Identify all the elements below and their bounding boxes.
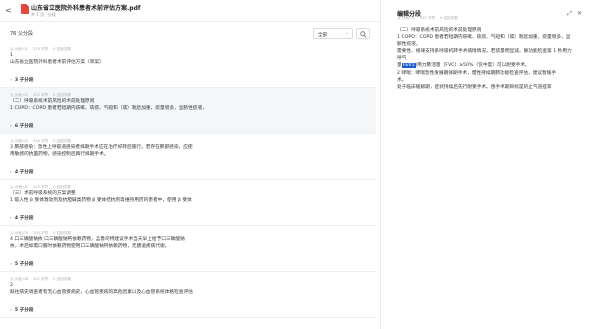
child-segments-toggle[interactable]: › 5 子分段 — [10, 259, 33, 269]
child-segments-label: 4 子分段 — [14, 170, 34, 176]
close-icon[interactable]: ✕ — [577, 10, 587, 17]
child-segments-toggle[interactable]: › 4 子分段 — [10, 213, 33, 223]
segment-chars: 222 字符 — [32, 93, 49, 97]
detail-line: 2 哮喘：哮喘急性发展期择期手术，慢性持续期肺功能检查评估，建议暂缓手 — [397, 70, 557, 76]
list-toolbar: 76 父分段 全部 ⌄ — [0, 22, 376, 42]
segment-card[interactable]: 父-分段-04 225 字符 0 召回次数 （三）术前呼吸系统的方案调整 1 吸入性 β… — [0, 180, 376, 226]
segment-card[interactable]: 父-分段-02 222 字符 0 召回次数 （二）呼吸系统术前风险的术前处理原则 1 C… — [0, 88, 376, 134]
search-icon — [360, 31, 367, 38]
text-before-highlight: 量 — [397, 63, 402, 69]
detail-id: 父-分段-02 — [397, 16, 415, 20]
detail-line-highlight: 量FEV1/用力肺活量（FVC）≥50%（仅中度）可以耐受手术。 — [397, 62, 593, 69]
child-segments-toggle[interactable]: › 6 子分段 — [10, 121, 33, 131]
chevron-right-icon: › — [10, 124, 12, 130]
segment-id: 父-分段-04 — [10, 185, 28, 189]
detail-line: 1 COPD：COPD 患者若短期内咳嗽、咳痰、气短和（或）喘息加重，痰量增多，… — [397, 35, 571, 41]
detail-hits: 0 召回次数 — [440, 16, 458, 20]
segment-card[interactable]: 父-分段-03 216 字符 0 召回次数 3 肺部感染：急性上呼吸道感染者择期手术应… — [0, 134, 376, 180]
segment-text-line: 1 吸入性 β 受体激动剂及抗胆碱类药物 β 受体拮抗剂等维持用药的患者中，使用… — [10, 198, 192, 204]
chevron-right-icon: › — [10, 78, 12, 84]
segment-chars: 222 字符 — [32, 277, 49, 281]
segment-text-line: 1 — [10, 53, 13, 58]
segment-id: 父-分段-06 — [10, 277, 28, 281]
segment-text-line: 2 — [10, 283, 13, 288]
expand-icon[interactable]: ⤢ — [567, 10, 577, 17]
child-segments-toggle[interactable]: › 3 子分段 — [10, 75, 33, 85]
segment-hits: 0 召回次数 — [53, 93, 71, 97]
segment-hits: 0 召回次数 — [53, 185, 71, 189]
segment-hits: 0 召回次数 — [53, 139, 71, 143]
child-segments-label: 5 子分段 — [14, 262, 34, 268]
segment-chars: 225 字符 — [32, 185, 49, 189]
child-segments-label: 6 子分段 — [14, 124, 34, 130]
detail-line: （二）呼吸系统术前风险的术前处理原则 — [397, 28, 482, 33]
detail-line: 脓性痰液， — [397, 42, 421, 48]
text-after-highlight: /用力肺活量（FVC）≥50%（仅中度）可以耐受手术。 — [415, 63, 530, 69]
segment-text-line: 山东省立医院外科患者术前评估方案（草案） — [10, 60, 104, 66]
segment-id: 父-分段-02 — [10, 93, 28, 97]
chevron-right-icon: › — [10, 170, 12, 176]
segment-text-line: 4 口三磷酸钠依 口三磷酸钠钙依赖药物，孟鲁司特建议手术当天早上给予口三磷酸钠 — [10, 237, 185, 242]
back-button[interactable]: < — [5, 6, 12, 15]
selected-text-highlight[interactable]: FEV1 — [401, 63, 416, 69]
segment-card[interactable]: 父-分段-01 275 字符 0 召回次数 1 山东省立医院外科患者术前评估方案（草案）… — [0, 42, 376, 88]
detail-line: 术。 — [397, 77, 407, 83]
detail-chars: 222 字符 — [419, 16, 436, 20]
segment-id: 父-分段-05 — [10, 231, 28, 235]
segment-text-line: 用敏感的抗菌药物，感染控制后再行择期手术。 — [10, 152, 109, 158]
search-button[interactable] — [356, 28, 370, 39]
segment-text-line: （三）术前呼吸系统的方案调整 — [10, 191, 76, 196]
segment-card[interactable]: 父-分段-05 105 字符 0 召回次数 4 口三磷酸钠依 口三磷酸钠钙依赖药物，孟… — [0, 226, 376, 272]
segment-chars: 105 字符 — [32, 231, 49, 235]
segment-text-line: 依，术后如需口服时依赖药物使用口三磷酸钠钙依赖药物，无肠道疾病代谢。 — [10, 244, 170, 250]
child-segments-toggle[interactable]: › 5 子分段 — [10, 305, 33, 315]
pdf-file-icon — [21, 4, 29, 14]
child-segments-label: 5 子分段 — [14, 308, 34, 314]
child-segments-label: 4 子分段 — [14, 216, 34, 222]
segment-card[interactable]: 父-分段-06 222 字符 0 召回次数 2 既往病史调查者有无心血管疾病史，心血管疾… — [0, 272, 376, 318]
segment-count: 76 父分段 — [10, 31, 33, 37]
child-segments-toggle[interactable]: › 4 子分段 — [10, 167, 33, 177]
segment-text-line: （二）呼吸系统术前风险的术前处理原则 — [10, 99, 95, 104]
segment-hits: 0 召回次数 — [53, 47, 71, 51]
segment-id: 父-分段-01 — [10, 47, 28, 51]
segment-detail-panel: 编辑分段 ⤢✕ 父-分段-02 222 字符 0 召回次数 （二）呼吸系统术前风险的… — [381, 0, 600, 329]
segment-text-line: 3 肺部感染：急性上呼吸道感染者择期手术应在治疗好转后施行，若存在肺部感染，应使 — [10, 145, 193, 150]
segment-chars: 275 字符 — [32, 47, 49, 51]
segment-id: 父-分段-03 — [10, 139, 28, 143]
file-meta: 共 1 页 · 分段 — [31, 12, 56, 17]
segment-list-panel: 76 父分段 全部 ⌄ 父-分段-01 275 字符 0 召回次数 1 山东省立医院外科患… — [0, 22, 376, 329]
chevron-right-icon: › — [10, 216, 12, 222]
segment-text-line: 1 COPD：COPD 患者若短期内咳嗽、咳痰、气短和（或）喘息加重，痰量增多，… — [10, 106, 207, 112]
detail-line: 呼气 — [397, 56, 407, 62]
detail-line: 处于临床缓解期，症状持续后先行耐受手术。围手术期目标是的止气道痉挛 — [397, 84, 552, 90]
filter-select[interactable]: 全部 ⌄ — [313, 28, 353, 39]
filter-value: 全部 — [318, 33, 327, 38]
file-title: 山东省立医院外科患者术前评估方案.pdf — [31, 5, 141, 12]
chevron-right-icon: › — [10, 308, 12, 314]
detail-meta: 父-分段-02 222 字符 0 召回次数 — [397, 16, 463, 21]
segment-hits: 0 召回次数 — [53, 277, 71, 281]
segment-text-line: 既往病史调查者有无心血管疾病史，心血管疾病的高危因素以及心血管系统体格检查评估 — [10, 290, 193, 296]
detail-line: 需要性、规律支持系呼吸机转手术病情情况。若痰量明显减，静功能检查第 1 秒用力 — [397, 49, 572, 55]
chevron-down-icon: ⌄ — [345, 31, 349, 36]
child-segments-label: 3 子分段 — [14, 78, 34, 84]
segment-hits: 0 召回次数 — [53, 231, 71, 235]
chevron-right-icon: › — [10, 262, 12, 268]
detail-editor[interactable]: （二）呼吸系统术前风险的术前处理原则 1 COPD：COPD 患者若短期内咳嗽、… — [397, 27, 593, 91]
segment-chars: 216 字符 — [32, 139, 49, 143]
